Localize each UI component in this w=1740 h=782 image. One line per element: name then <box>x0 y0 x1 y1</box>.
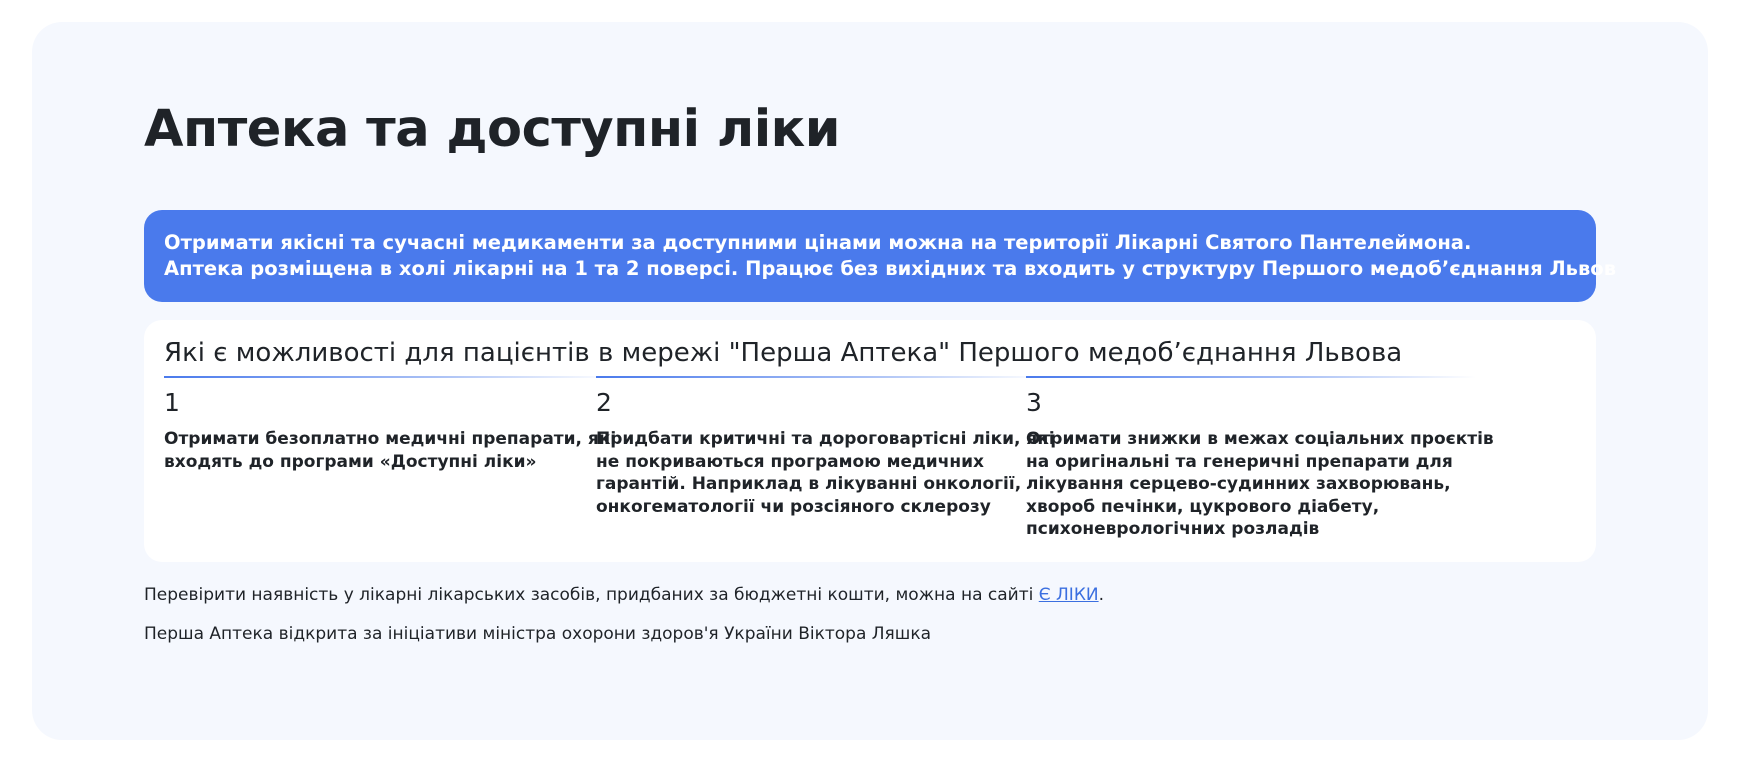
availability-note-text: Перевірити наявність у лікарні лікарськи… <box>144 585 1039 605</box>
features-card: Які є можливості для пацієнтів в мережі … <box>144 320 1596 562</box>
feature-divider <box>164 376 614 378</box>
e-liky-link[interactable]: Є ЛІКИ <box>1039 585 1099 605</box>
feature-divider <box>1026 376 1476 378</box>
availability-note-end: . <box>1098 585 1105 605</box>
banner-line-2: Аптека розміщена в холі лікарні на 1 та … <box>164 257 1617 280</box>
feature-text: Отримати знижки в межах соціальних проєк… <box>1026 429 1494 539</box>
feature-divider <box>596 376 1046 378</box>
pharmacy-section: Аптека та доступні ліки Отримати якісні … <box>32 22 1708 740</box>
feature-number: 2 <box>596 388 612 417</box>
feature-number: 3 <box>1026 388 1042 417</box>
feature-number: 1 <box>164 388 180 417</box>
availability-note: Перевірити наявність у лікарні лікарськи… <box>144 585 1104 605</box>
initiative-note: Перша Аптека відкрита за ініціативи міні… <box>144 624 932 644</box>
feature-text: Отримати безоплатно медичні препарати, я… <box>164 429 617 472</box>
banner-line-1: Отримати якісні та сучасні медикаменти з… <box>164 231 1472 254</box>
info-banner: Отримати якісні та сучасні медикаменти з… <box>144 210 1617 302</box>
feature-text: Придбати критичні та дороговартісні ліки… <box>596 429 1055 517</box>
page-title: Аптека та доступні ліки <box>144 100 841 159</box>
features-title: Які є можливості для пацієнтів в мережі … <box>164 338 1403 368</box>
